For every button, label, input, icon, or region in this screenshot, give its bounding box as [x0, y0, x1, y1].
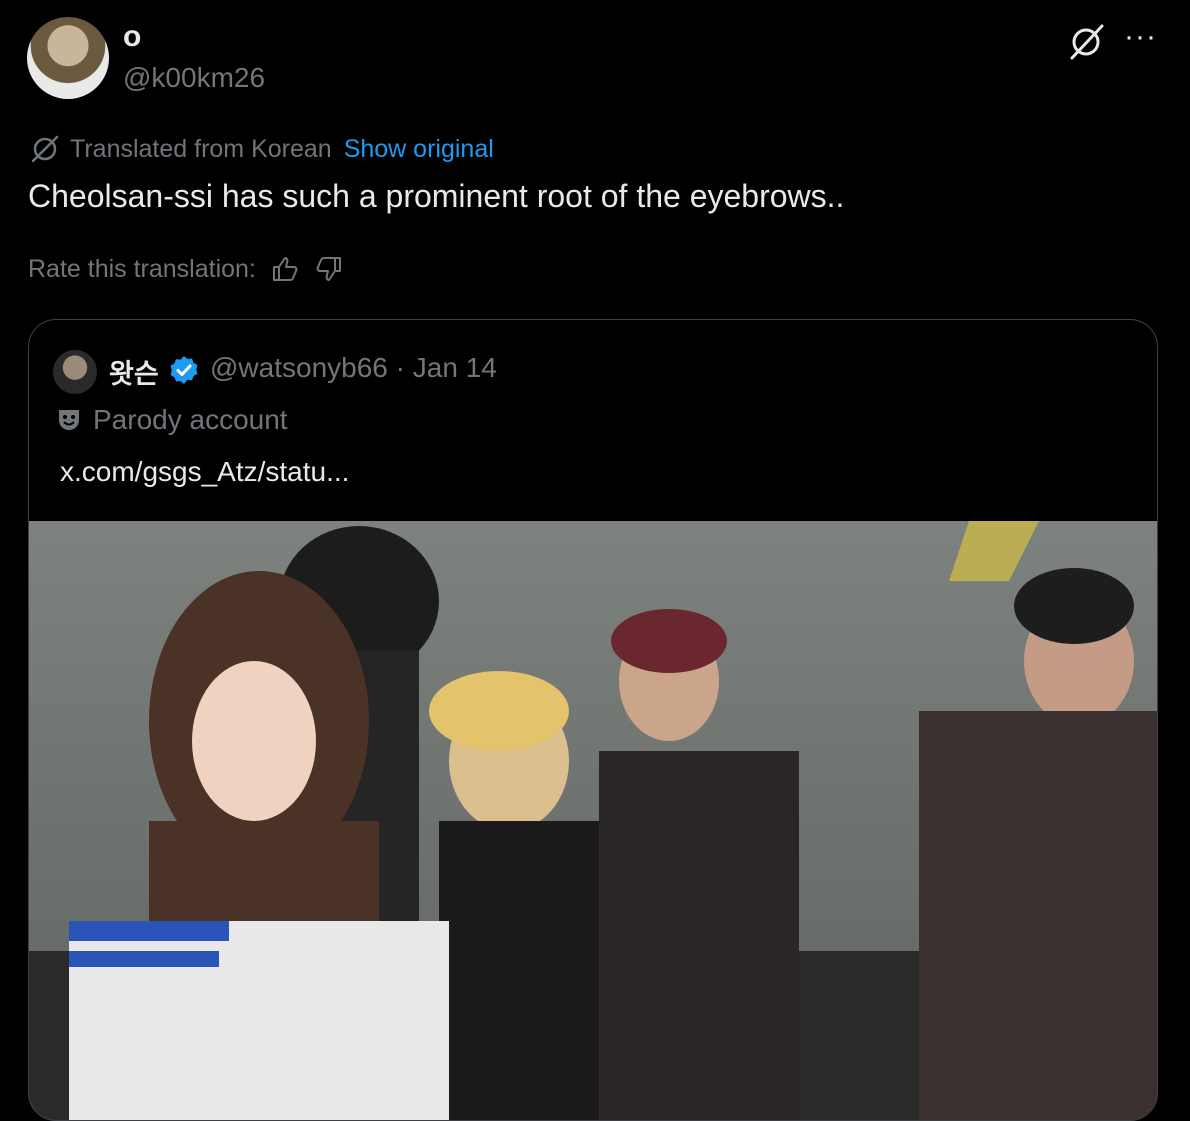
rate-label: Rate this translation: — [28, 254, 256, 283]
author-handle[interactable]: @k00km26 — [123, 62, 265, 94]
quoted-tweet-card[interactable]: 왓슨 @watsonyb66 · Jan 14 Parody account x… — [28, 319, 1158, 1121]
quoted-author-avatar[interactable] — [53, 350, 97, 394]
quoted-author-name[interactable]: 왓슨 — [109, 352, 159, 391]
translation-info: Translated from Korean Show original — [28, 132, 494, 166]
tweet-text: Cheolsan-ssi has such a prominent root o… — [28, 178, 845, 214]
media-photo — [29, 521, 1157, 1120]
show-original-link[interactable]: Show original — [344, 135, 494, 164]
author-avatar[interactable] — [27, 17, 109, 99]
rate-translation: Rate this translation: — [28, 254, 344, 284]
grok-icon[interactable] — [1066, 22, 1106, 62]
more-icon[interactable]: ··· — [1124, 20, 1157, 54]
theater-mask-icon — [59, 410, 79, 430]
thumbs-down-icon[interactable] — [314, 254, 344, 284]
quoted-handle-date[interactable]: @watsonyb66 · Jan 14 — [210, 352, 497, 384]
thumbs-up-icon[interactable] — [270, 254, 300, 284]
author-display-name[interactable]: o — [123, 20, 141, 54]
parody-label-row: Parody account — [55, 404, 288, 436]
quoted-link[interactable]: x.com/gsgs_Atz/statu... — [60, 456, 349, 488]
translate-icon — [31, 135, 59, 163]
quoted-media-image[interactable] — [29, 521, 1157, 1120]
verified-badge-icon — [170, 356, 198, 384]
translated-label: Translated from Korean — [70, 134, 332, 163]
parody-label: Parody account — [93, 404, 288, 435]
